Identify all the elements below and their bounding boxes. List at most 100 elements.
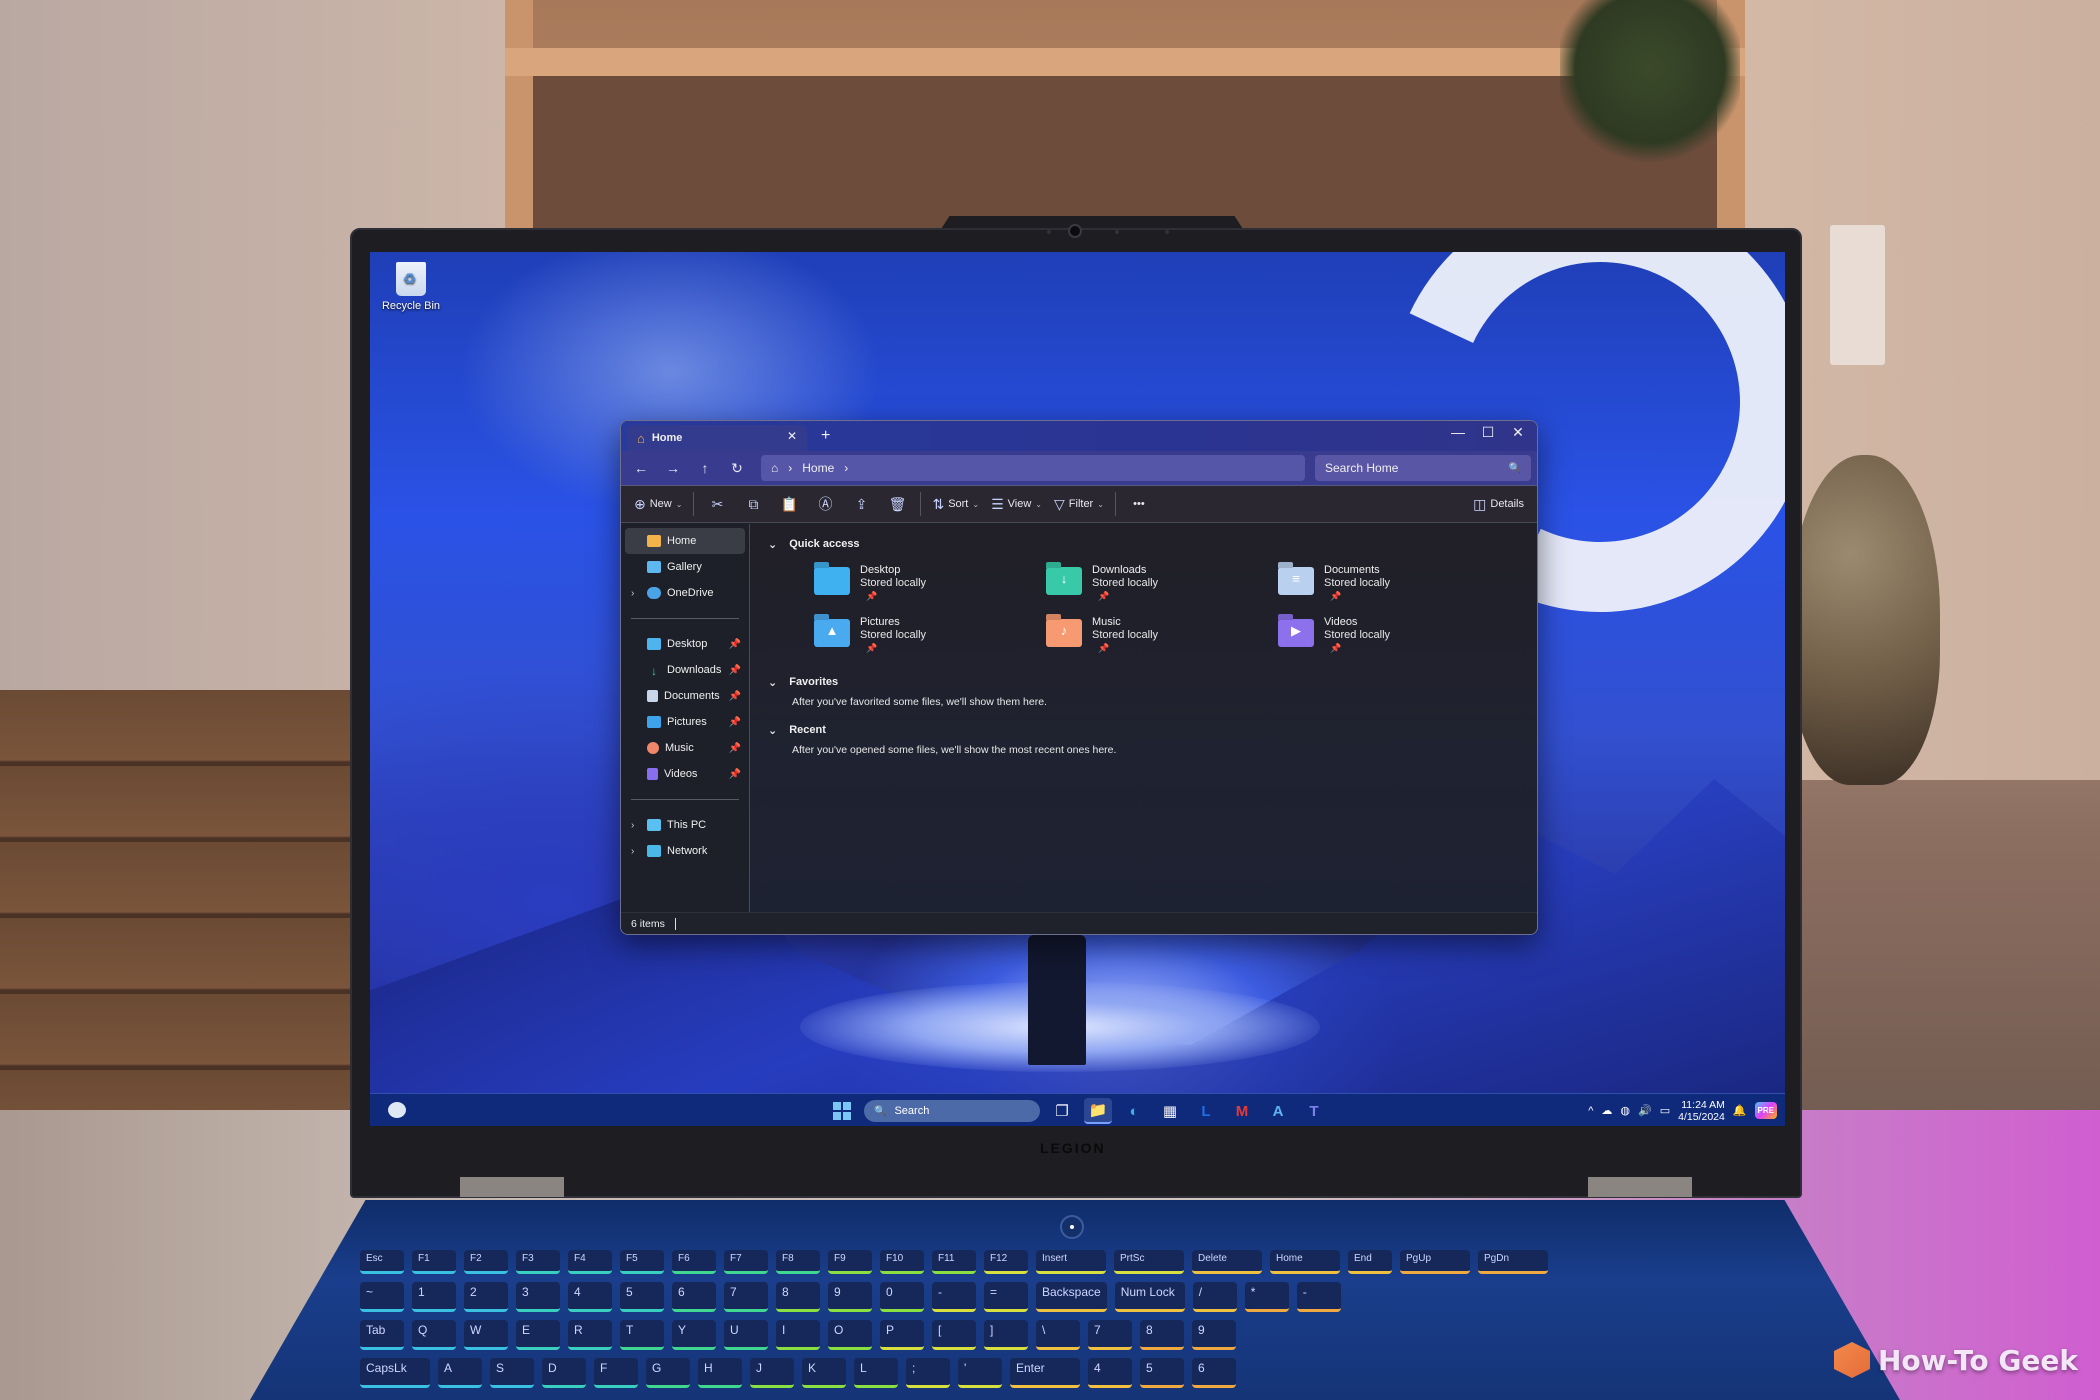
refresh-button[interactable]: ↻ (723, 460, 751, 477)
details-pane-button[interactable]: ◫ Details (1468, 490, 1529, 518)
taskbar-app-edge[interactable]: ◐ (1120, 1098, 1148, 1124)
key[interactable]: 5 (1140, 1358, 1184, 1388)
key[interactable]: End (1348, 1250, 1392, 1274)
key[interactable]: Insert (1036, 1250, 1106, 1274)
sidebar-item-music[interactable]: Music 📌 (625, 735, 745, 761)
key[interactable]: PrtSc (1114, 1250, 1184, 1274)
sort-button[interactable]: ⇅ Sort ⌄ (927, 490, 984, 518)
key[interactable]: 9 (1192, 1320, 1236, 1350)
more-options-button[interactable]: ••• (1122, 490, 1156, 518)
key[interactable]: 6 (1192, 1358, 1236, 1388)
back-button[interactable]: ← (627, 460, 655, 476)
quick-access-item-downloads[interactable]: ↓ Downloads Stored locally 📌 (1046, 564, 1278, 610)
key[interactable]: F9 (828, 1250, 872, 1274)
taskbar-app-app-a[interactable]: A (1264, 1098, 1292, 1124)
search-input[interactable]: Search Home 🔍 (1315, 455, 1531, 481)
minimize-button[interactable]: — (1443, 424, 1473, 440)
key[interactable]: - (932, 1282, 976, 1312)
key[interactable]: 7 (1088, 1320, 1132, 1350)
new-button[interactable]: ⊕ New ⌄ (629, 490, 687, 518)
weather-widget-icon[interactable] (388, 1102, 406, 1118)
view-button[interactable]: ☰ View ⌄ (986, 490, 1047, 518)
key[interactable]: Enter (1010, 1358, 1080, 1388)
key[interactable]: F4 (568, 1250, 612, 1274)
key[interactable]: F12 (984, 1250, 1028, 1274)
sidebar-item-pictures[interactable]: Pictures 📌 (625, 709, 745, 735)
sidebar-item-this-pc[interactable]: › This PC (625, 812, 745, 838)
key[interactable]: 9 (828, 1282, 872, 1312)
key[interactable]: Backspace (1036, 1282, 1107, 1312)
sidebar-item-documents[interactable]: Documents 📌 (625, 683, 745, 709)
new-tab-button[interactable]: + (821, 427, 830, 445)
taskbar-app-file-explorer[interactable]: 📁 (1084, 1098, 1112, 1124)
tab-home[interactable]: ⌂ Home ✕ (627, 425, 807, 451)
key[interactable]: E (516, 1320, 560, 1350)
key[interactable]: Esc (360, 1250, 404, 1274)
key[interactable]: CapsLk (360, 1358, 430, 1388)
key[interactable]: 8 (776, 1282, 820, 1312)
volume-icon[interactable]: 🔊 (1638, 1104, 1652, 1117)
section-favorites[interactable]: ⌄ Favorites (768, 672, 1519, 692)
onedrive-icon[interactable]: ☁ (1601, 1104, 1612, 1117)
share-button[interactable]: ⇪ (844, 490, 878, 518)
chevron-down-icon[interactable]: ⌄ (768, 724, 777, 737)
taskbar-app-teams[interactable]: T (1300, 1098, 1328, 1124)
key[interactable]: F2 (464, 1250, 508, 1274)
quick-access-item-desktop[interactable]: Desktop Stored locally 📌 (814, 564, 1046, 610)
up-button[interactable]: ↑ (691, 460, 719, 476)
key[interactable]: * (1244, 1282, 1289, 1312)
chevron-right-icon[interactable]: › (631, 820, 634, 831)
key[interactable]: 1 (412, 1282, 456, 1312)
notifications-bell-icon[interactable]: 🔔 (1733, 1104, 1747, 1117)
copilot-icon[interactable]: PRE (1754, 1102, 1777, 1119)
key[interactable]: F6 (672, 1250, 716, 1274)
key[interactable]: K (802, 1358, 846, 1388)
forward-button[interactable]: → (659, 460, 687, 476)
clock[interactable]: 11:24 AM 4/15/2024 (1678, 1099, 1725, 1123)
key[interactable]: 8 (1140, 1320, 1184, 1350)
key[interactable]: L (854, 1358, 898, 1388)
quick-access-item-music[interactable]: ♪ Music Stored locally 📌 (1046, 616, 1278, 662)
key[interactable]: A (438, 1358, 482, 1388)
taskbar-search[interactable]: 🔍 Search (864, 1100, 1040, 1122)
key[interactable]: P (880, 1320, 924, 1350)
key[interactable]: 2 (464, 1282, 508, 1312)
maximize-button[interactable]: ☐ (1473, 424, 1503, 441)
key[interactable]: S (490, 1358, 534, 1388)
delete-button[interactable]: 🗑 (880, 490, 914, 518)
key[interactable]: Y (672, 1320, 716, 1350)
key[interactable]: D (542, 1358, 586, 1388)
sidebar-item-desktop[interactable]: Desktop 📌 (625, 631, 745, 657)
rename-button[interactable]: Ⓐ (808, 490, 842, 518)
key[interactable]: T (620, 1320, 664, 1350)
key[interactable]: I (776, 1320, 820, 1350)
key[interactable]: = (984, 1282, 1028, 1312)
key[interactable]: H (698, 1358, 742, 1388)
key[interactable]: F10 (880, 1250, 924, 1274)
quick-access-item-pictures[interactable]: ▲ Pictures Stored locally 📌 (814, 616, 1046, 662)
taskbar-app-microsoft-store[interactable]: ▦ (1156, 1098, 1184, 1124)
key[interactable]: ; (906, 1358, 950, 1388)
key[interactable]: \ (1036, 1320, 1080, 1350)
sidebar-item-home[interactable]: Home (625, 528, 745, 554)
sidebar-item-downloads[interactable]: ↓ Downloads 📌 (625, 657, 745, 683)
key[interactable]: ] (984, 1320, 1028, 1350)
key[interactable]: R (568, 1320, 612, 1350)
key[interactable]: ' (958, 1358, 1002, 1388)
sidebar-item-onedrive[interactable]: › OneDrive (625, 580, 745, 606)
key[interactable]: W (464, 1320, 508, 1350)
network-icon[interactable]: ◍ (1620, 1104, 1630, 1117)
paste-button[interactable]: 📋 (772, 490, 806, 518)
key[interactable]: F5 (620, 1250, 664, 1274)
key[interactable]: 0 (880, 1282, 924, 1312)
close-tab-icon[interactable]: ✕ (787, 429, 797, 443)
key[interactable]: 7 (724, 1282, 768, 1312)
key[interactable]: F7 (724, 1250, 768, 1274)
key[interactable]: G (646, 1358, 690, 1388)
key[interactable]: Q (412, 1320, 456, 1350)
key[interactable]: 5 (620, 1282, 664, 1312)
key[interactable]: F8 (776, 1250, 820, 1274)
key[interactable]: F11 (932, 1250, 976, 1274)
key[interactable]: U (724, 1320, 768, 1350)
taskbar-app-lenovo-vantage[interactable]: L (1192, 1098, 1220, 1124)
